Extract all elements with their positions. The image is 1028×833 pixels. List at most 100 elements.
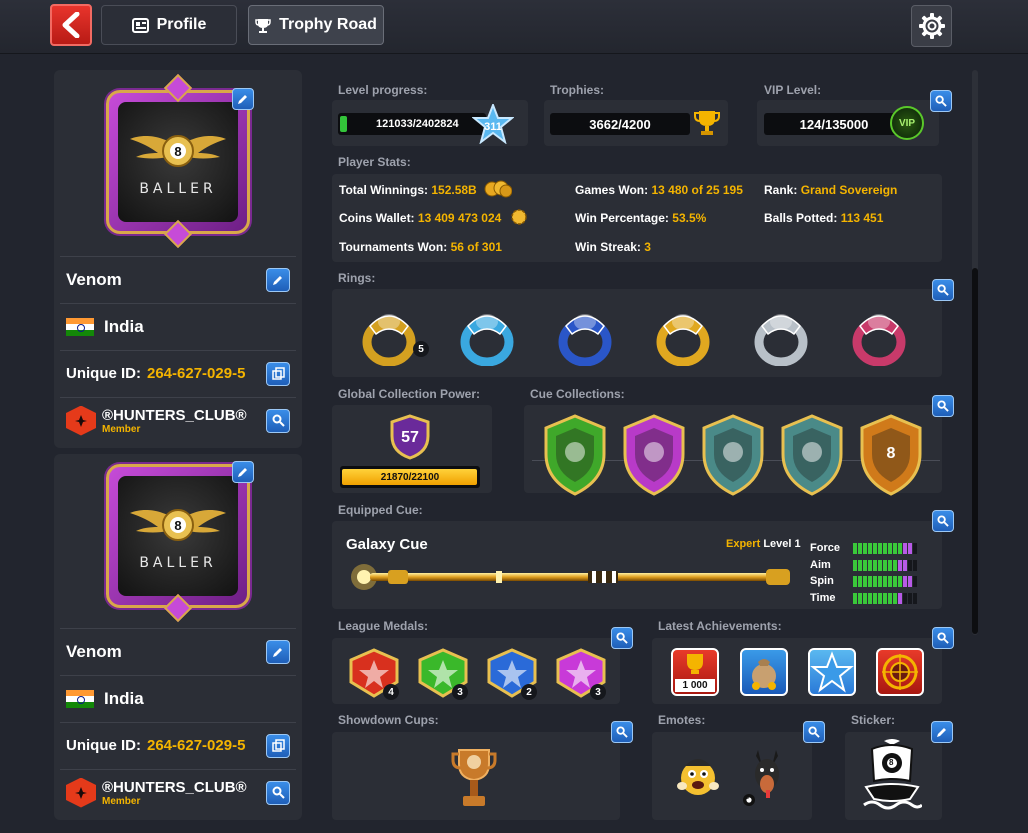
cue-tier-level: Expert Level 1 bbox=[726, 538, 801, 550]
level-progress-value: 121033/2402824 bbox=[376, 118, 459, 130]
stat-tournaments-won: Tournaments Won: 56 of 301 bbox=[339, 240, 502, 254]
cue-collection-badge[interactable] bbox=[698, 414, 768, 496]
stat-games-won: Games Won: 13 480 of 25 195 bbox=[575, 183, 743, 197]
player-card: 8 BALLER Venom India Unique ID: 264-627-… bbox=[54, 70, 302, 448]
latest-achievements-label: Latest Achievements: bbox=[658, 619, 782, 633]
cue-attr-label: Force bbox=[810, 542, 840, 554]
view-club-button[interactable] bbox=[266, 408, 290, 433]
power-level: 57 bbox=[401, 429, 419, 446]
tab-profile[interactable]: Profile bbox=[101, 5, 237, 45]
pencil-icon bbox=[238, 468, 247, 477]
back-button[interactable] bbox=[50, 4, 92, 46]
scared-emoji-icon bbox=[675, 752, 721, 798]
collection-power-bar: 21870/22100 bbox=[340, 466, 480, 488]
pencil-icon bbox=[937, 728, 946, 737]
ring-item[interactable] bbox=[652, 302, 714, 367]
player-card: 8 BALLER Venom India Unique ID: 264-627-… bbox=[54, 454, 302, 820]
galaxy-cue-image bbox=[348, 562, 798, 592]
country-row: India bbox=[60, 303, 296, 349]
vip-badge-text: VIP bbox=[898, 117, 916, 129]
cue-collection-badge[interactable] bbox=[619, 414, 689, 496]
country-name: India bbox=[104, 688, 144, 708]
equipped-cue-label: Equipped Cue: bbox=[338, 503, 423, 517]
cue-attr-label: Spin bbox=[810, 575, 834, 587]
unique-id-row: Unique ID: 264-627-029-5 bbox=[60, 722, 296, 768]
ring-item[interactable] bbox=[456, 302, 518, 367]
top-bar: Profile Trophy Road bbox=[0, 0, 1028, 54]
rings-search-button[interactable] bbox=[932, 279, 954, 301]
club-row: ®HUNTERS_CLUB® Member bbox=[60, 769, 296, 815]
club-emblem-icon bbox=[66, 777, 96, 808]
name-row: Venom bbox=[60, 628, 296, 674]
edit-avatar-button[interactable] bbox=[232, 88, 254, 110]
ring-item[interactable] bbox=[848, 302, 910, 367]
pencil-icon bbox=[273, 647, 282, 657]
copy-id-button[interactable] bbox=[266, 733, 290, 758]
club-role: Member bbox=[102, 423, 141, 435]
edit-sticker-button[interactable] bbox=[931, 721, 953, 743]
vip-search-button[interactable] bbox=[930, 90, 952, 112]
ring-item[interactable] bbox=[358, 302, 420, 367]
uid-label: Unique ID: bbox=[66, 737, 141, 754]
scrollbar-thumb[interactable] bbox=[972, 268, 978, 634]
achievement-value: 1 000 bbox=[675, 679, 715, 692]
cue-collection-badge[interactable] bbox=[540, 414, 610, 496]
achievement-target-badge bbox=[876, 648, 924, 696]
equipped-cue-search-button[interactable] bbox=[932, 510, 954, 532]
search-icon bbox=[935, 95, 947, 107]
cue-collection-badge[interactable]: 8 bbox=[856, 414, 926, 496]
avatar: 8 BALLER bbox=[104, 73, 252, 249]
pencil-icon bbox=[273, 275, 282, 285]
edit-name-button[interactable] bbox=[266, 267, 290, 292]
stat-rank: Rank: Grand Sovereign bbox=[764, 183, 898, 197]
ring-item[interactable] bbox=[750, 302, 812, 367]
level-progress-bar: 121033/2402824 bbox=[338, 113, 486, 135]
search-icon bbox=[808, 726, 820, 738]
search-icon bbox=[937, 515, 949, 527]
cue-collection-badge[interactable] bbox=[777, 414, 847, 496]
club-name: ®HUNTERS_CLUB® bbox=[102, 406, 247, 424]
emotes-search-button[interactable] bbox=[803, 721, 825, 743]
tab-trophy-road[interactable]: Trophy Road bbox=[248, 5, 384, 45]
player-name: Venom bbox=[66, 269, 122, 289]
achievement-trophy-badge: 1 000 bbox=[671, 648, 719, 696]
ring-item[interactable] bbox=[554, 302, 616, 367]
svg-text:8: 8 bbox=[887, 445, 896, 462]
copy-id-button[interactable] bbox=[266, 361, 290, 386]
stat-balls-potted: Balls Potted: 113 451 bbox=[764, 211, 884, 225]
rings-label: Rings: bbox=[338, 271, 376, 285]
achievement-star-badge bbox=[808, 648, 856, 696]
pencil-icon bbox=[238, 95, 247, 104]
edit-avatar-button[interactable] bbox=[232, 461, 254, 483]
coin-stack-icon bbox=[484, 179, 513, 199]
copy-icon bbox=[271, 367, 285, 380]
medal-count: 2 bbox=[521, 684, 537, 700]
copy-icon bbox=[271, 739, 285, 752]
achievements-search-button[interactable] bbox=[932, 627, 954, 649]
vip-bar: 124/135000 bbox=[764, 113, 904, 135]
cue-collections-search-button[interactable] bbox=[932, 395, 954, 417]
showdown-cup-icon bbox=[451, 740, 497, 810]
showdown-search-button[interactable] bbox=[611, 721, 633, 743]
view-club-button[interactable] bbox=[266, 780, 290, 805]
level-star-icon: 311 bbox=[471, 102, 515, 145]
trophy-icon bbox=[687, 654, 703, 674]
medal-count: 3 bbox=[590, 684, 606, 700]
vip-level-label: VIP Level: bbox=[764, 83, 822, 97]
league-medals-search-button[interactable] bbox=[611, 627, 633, 649]
tab-trophy-road-label: Trophy Road bbox=[279, 16, 377, 33]
club-row: ®HUNTERS_CLUB® Member bbox=[60, 397, 296, 443]
india-flag-icon bbox=[66, 317, 94, 336]
name-row: Venom bbox=[60, 256, 296, 302]
country-name: India bbox=[104, 316, 144, 336]
edit-name-button[interactable] bbox=[266, 639, 290, 664]
settings-button[interactable] bbox=[911, 5, 952, 47]
level-number: 311 bbox=[484, 121, 502, 133]
cue-attr-bar bbox=[853, 559, 917, 571]
uid-label: Unique ID: bbox=[66, 365, 141, 382]
pirate-ship-sticker-icon: 8 bbox=[862, 737, 924, 817]
search-icon bbox=[616, 726, 628, 738]
target-icon bbox=[882, 654, 918, 690]
badge-text: BALLER bbox=[139, 555, 217, 571]
ring-count: 5 bbox=[413, 341, 429, 357]
